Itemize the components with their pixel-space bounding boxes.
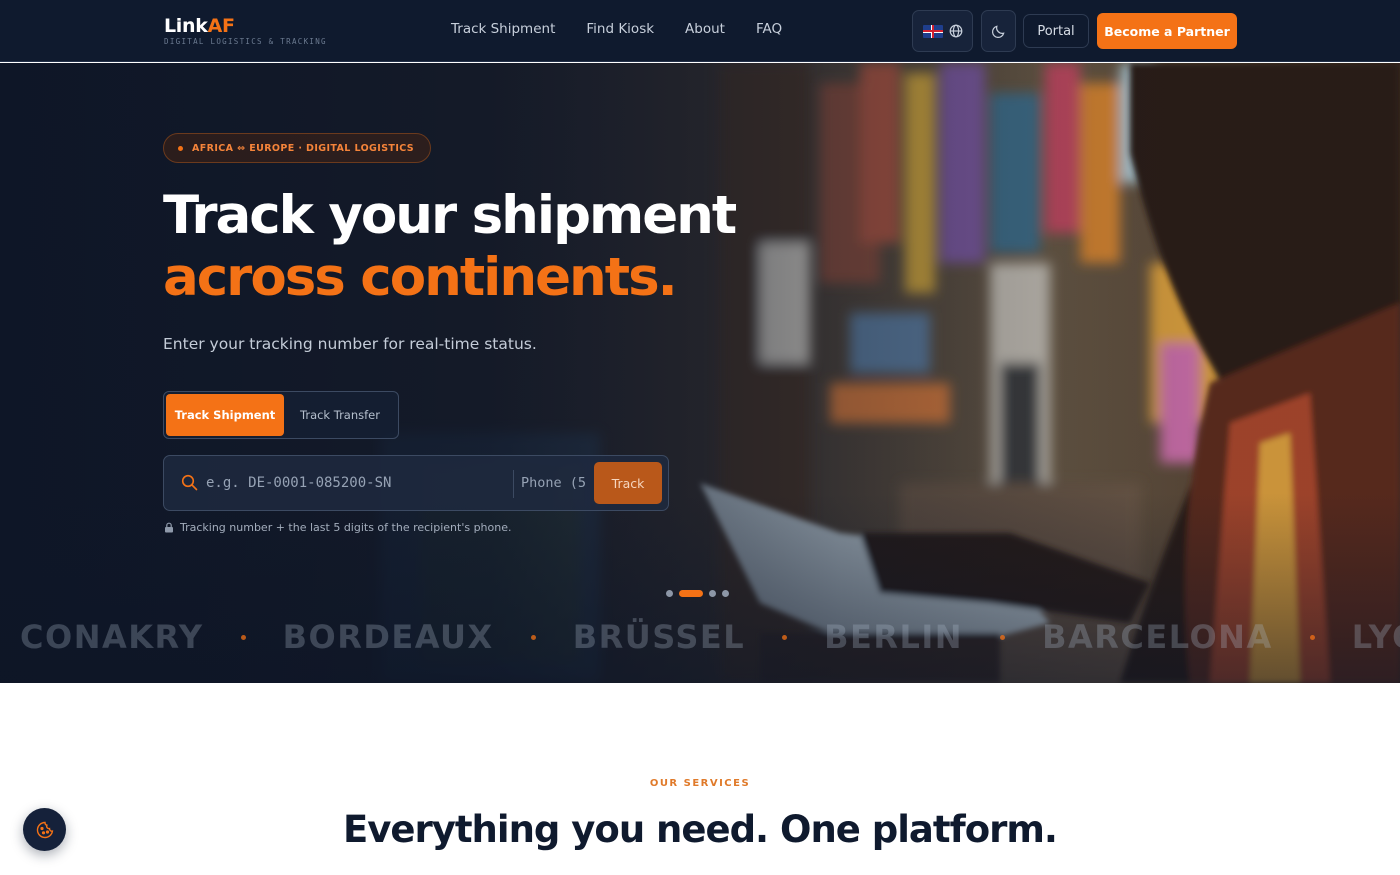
tracking-hint: Tracking number + the last 5 digits of t… xyxy=(164,521,512,534)
phone-digits-input[interactable] xyxy=(521,468,591,498)
search-icon xyxy=(181,474,198,491)
cookie-icon xyxy=(36,821,53,838)
nav-link-track-shipment[interactable]: Track Shipment xyxy=(451,21,555,37)
uk-flag-icon xyxy=(922,24,943,38)
city-separator xyxy=(240,634,246,640)
search-divider xyxy=(513,470,514,498)
logo-tagline: DIGITAL LOGISTICS & TRACKING xyxy=(164,37,327,46)
carousel-dot[interactable] xyxy=(666,590,673,597)
cookie-settings-button[interactable] xyxy=(23,808,66,851)
city-separator xyxy=(530,634,536,640)
city-name: BRÜSSEL xyxy=(572,618,746,656)
city-name: BORDEAUX xyxy=(282,618,494,656)
theme-toggle-button[interactable] xyxy=(981,10,1016,52)
main-nav: Track Shipment Find Kiosk About FAQ xyxy=(451,21,813,37)
hero-subtitle: Enter your tracking number for real-time… xyxy=(163,335,537,353)
carousel-dot[interactable] xyxy=(722,590,729,597)
tracking-number-input[interactable] xyxy=(206,468,506,498)
nav-link-faq[interactable]: FAQ xyxy=(756,21,782,37)
hero-section: AFRICA ⇔ EUROPE · DIGITAL LOGISTICS Trac… xyxy=(0,63,1400,683)
services-eyebrow: OUR SERVICES xyxy=(649,778,751,789)
track-button[interactable]: Track xyxy=(594,462,662,504)
hero-eyebrow-badge: AFRICA ⇔ EUROPE · DIGITAL LOGISTICS xyxy=(163,133,432,163)
become-partner-button[interactable]: Become a Partner xyxy=(1097,13,1237,49)
city-separator xyxy=(1000,634,1006,640)
city-separator xyxy=(1309,634,1315,640)
logo-wordmark: LinkAF xyxy=(164,15,235,37)
services-title: Everything you need. One platform. xyxy=(343,808,1058,851)
nav-link-find-kiosk[interactable]: Find Kiosk xyxy=(586,21,654,37)
city-marquee: CONAKRY BORDEAUX BRÜSSEL BERLIN BARCELON… xyxy=(20,615,1400,659)
lock-icon xyxy=(165,522,173,533)
carousel-dot[interactable] xyxy=(709,590,716,597)
tracking-hint-text: Tracking number + the last 5 digits of t… xyxy=(180,521,512,534)
city-name: BARCELONA xyxy=(1042,618,1273,656)
badge-dot-icon xyxy=(178,145,183,151)
tracking-search-bar: Track xyxy=(163,455,669,511)
city-name: LYON xyxy=(1351,618,1400,656)
logo[interactable]: LinkAF DIGITAL LOGISTICS & TRACKING xyxy=(164,15,327,46)
city-name: CONAKRY xyxy=(20,618,204,656)
tab-track-shipment[interactable]: Track Shipment xyxy=(166,394,284,436)
language-switcher-button[interactable] xyxy=(912,10,973,52)
nav-link-about[interactable]: About xyxy=(685,21,725,37)
globe-icon xyxy=(949,24,962,38)
carousel-dot-active[interactable] xyxy=(679,590,703,597)
carousel-dots xyxy=(666,590,729,597)
hero-eyebrow-text: AFRICA ⇔ EUROPE · DIGITAL LOGISTICS xyxy=(192,142,415,154)
city-separator xyxy=(782,634,788,640)
moon-icon xyxy=(991,24,1005,38)
portal-button[interactable]: Portal xyxy=(1023,14,1089,48)
hero-title-line2: across continents. xyxy=(163,247,678,308)
hero-title: Track your shipment across continents. xyxy=(163,185,803,309)
site-header: LinkAF DIGITAL LOGISTICS & TRACKING Trac… xyxy=(0,0,1400,62)
city-name: BERLIN xyxy=(824,618,964,656)
tab-track-transfer[interactable]: Track Transfer xyxy=(284,394,396,436)
tracking-tabs: Track Shipment Track Transfer xyxy=(163,391,399,439)
hero-title-line1: Track your shipment xyxy=(163,185,737,246)
